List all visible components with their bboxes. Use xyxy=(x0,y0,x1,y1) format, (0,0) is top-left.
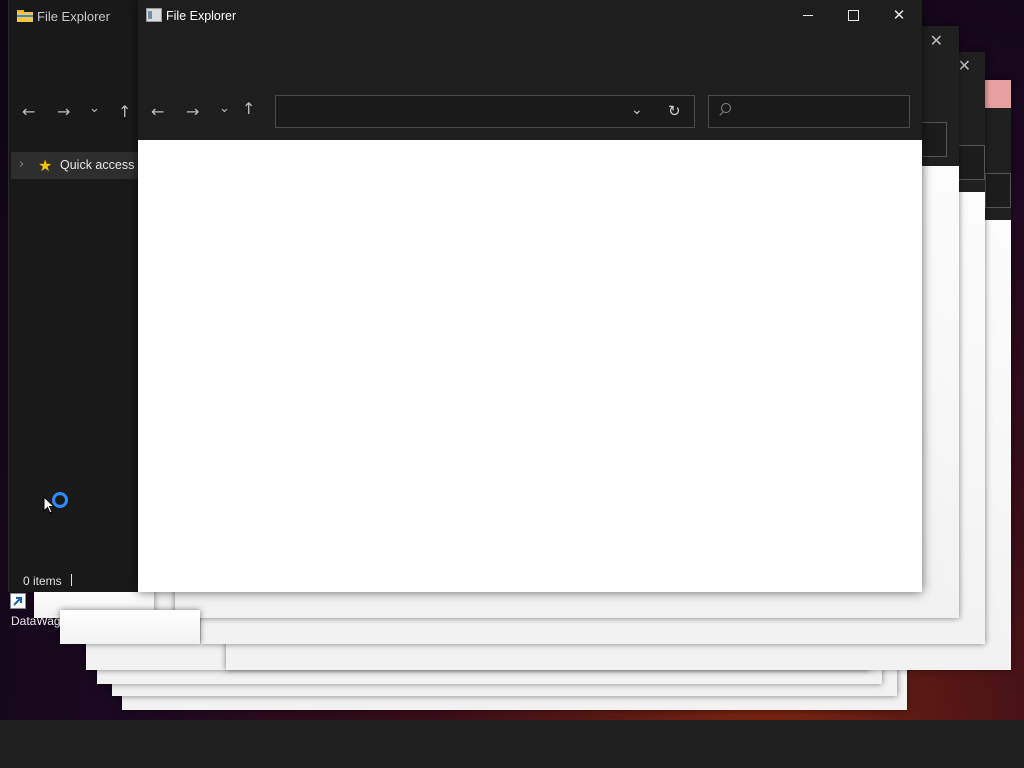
front-window-title: File Explorer xyxy=(166,9,237,23)
maximize-icon xyxy=(847,9,859,21)
ghost-close-icon: ✕ xyxy=(957,56,971,75)
arrow-up-icon[interactable]: ↑ xyxy=(242,99,255,118)
nav-item-quick-access[interactable]: › ★ Quick access xyxy=(11,152,139,179)
search-icon-handle xyxy=(719,111,724,116)
desktop-shortcut[interactable]: DataWag xyxy=(10,593,70,633)
status-divider xyxy=(71,574,72,586)
arrow-left-icon[interactable]: ← xyxy=(151,102,164,121)
quick-access-label: Quick access xyxy=(60,158,135,172)
app-icon xyxy=(146,8,162,22)
content-pane[interactable] xyxy=(138,140,922,592)
arrow-right-icon[interactable]: → xyxy=(186,102,199,121)
desktop-shortcut-label: DataWag xyxy=(11,614,61,628)
ghost-close-icon: ✕ xyxy=(929,31,943,50)
close-button[interactable]: ✕ xyxy=(876,0,922,30)
ghost-close-highlight xyxy=(985,80,1011,108)
ghost-window xyxy=(60,610,200,644)
chevron-right-icon[interactable]: › xyxy=(19,157,24,172)
ghost-search-box xyxy=(985,173,1011,208)
back-window-title: File Explorer xyxy=(37,9,110,24)
arrow-right-icon[interactable]: → xyxy=(57,102,70,121)
address-bar[interactable]: ⌄ ↻ xyxy=(275,95,695,128)
ghost-search-box xyxy=(919,122,947,157)
shortcut-arrow-icon xyxy=(10,593,26,609)
minimize-icon xyxy=(803,14,813,16)
chevron-down-icon[interactable]: ⌄ xyxy=(219,101,230,116)
status-item-count: 0 items xyxy=(23,574,62,588)
star-icon: ★ xyxy=(38,156,53,175)
minimize-button[interactable] xyxy=(785,0,831,30)
mouse-cursor xyxy=(43,495,56,519)
close-icon: ✕ xyxy=(892,6,906,24)
search-input[interactable] xyxy=(739,102,903,122)
front-file-explorer-window[interactable]: File Explorer ✕ ← → ⌄ ↑ ⌄ ↻ xyxy=(138,0,922,592)
taskbar[interactable] xyxy=(0,720,1024,768)
address-input[interactable] xyxy=(282,102,626,122)
maximize-button[interactable] xyxy=(830,0,876,30)
arrow-left-icon[interactable]: ← xyxy=(22,102,35,121)
chevron-down-icon[interactable]: ⌄ xyxy=(89,101,100,116)
ghost-search-box xyxy=(957,145,985,180)
arrow-up-icon[interactable]: ↑ xyxy=(118,102,131,121)
folder-icon xyxy=(17,9,33,22)
search-box[interactable] xyxy=(708,95,910,128)
back-file-explorer-window[interactable]: File Explorer ← → ⌄ ↑ › ★ Quick access 0… xyxy=(8,0,139,592)
refresh-icon[interactable]: ↻ xyxy=(668,102,681,120)
address-dropdown-icon[interactable]: ⌄ xyxy=(631,102,643,118)
